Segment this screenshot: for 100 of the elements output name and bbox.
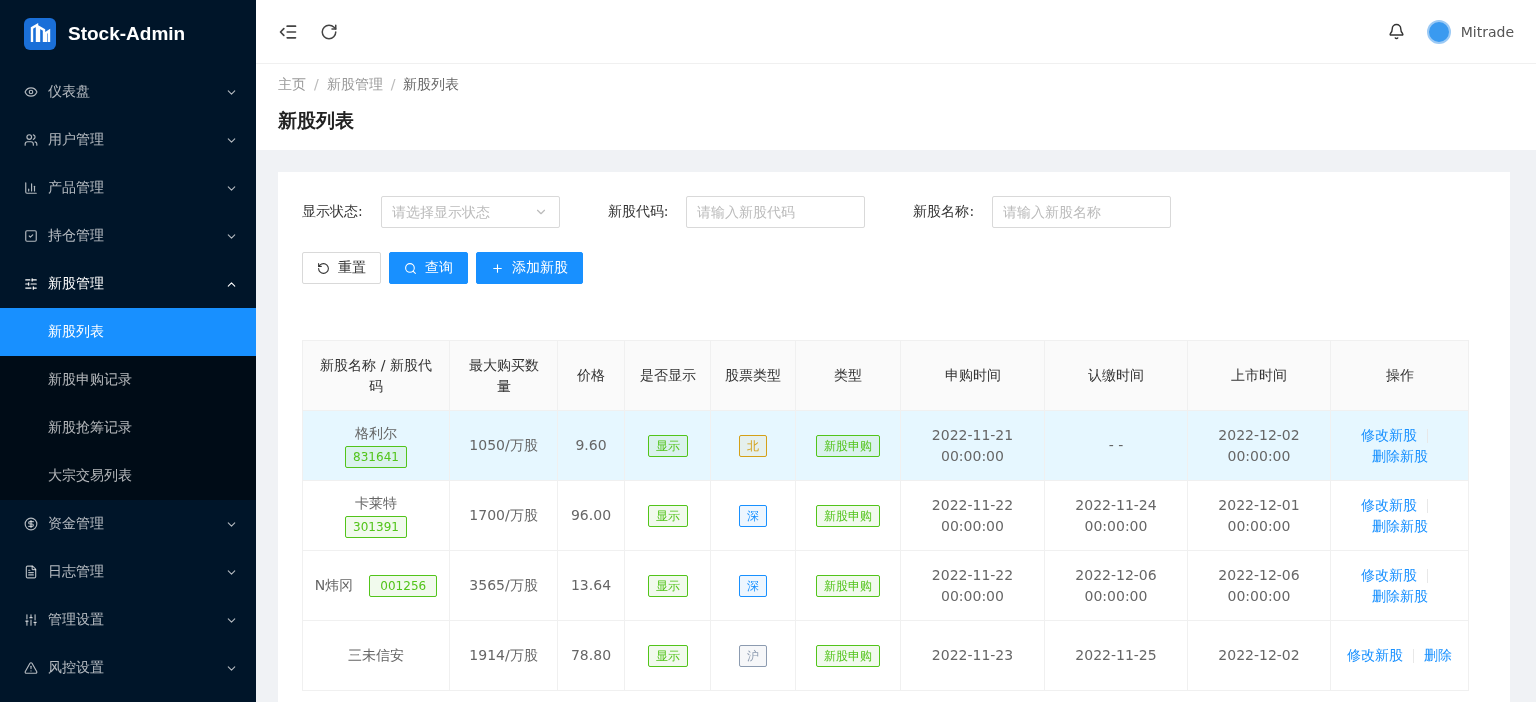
filter-label: 新股名称:	[913, 203, 975, 221]
reset-icon	[317, 261, 330, 275]
delete-link[interactable]: 删除	[1424, 645, 1452, 666]
table-cell: 2022-12-02	[1187, 620, 1331, 691]
menu-icon	[24, 181, 38, 195]
breadcrumb-separator: /	[314, 76, 319, 94]
table-cell: 2022-12-06 00:00:00	[1044, 550, 1188, 621]
table-cell: 2022-11-21 00:00:00	[900, 410, 1045, 481]
search-button[interactable]: 查询	[389, 252, 468, 284]
avatar[interactable]	[1426, 19, 1451, 44]
code-tag: 301391	[345, 516, 407, 538]
menu-icon	[24, 85, 38, 99]
column-header: 股票类型	[710, 340, 796, 411]
market-tag: 深	[739, 504, 767, 527]
table-cell: 2022-11-25	[1044, 620, 1188, 691]
menu-item[interactable]: 资金管理	[0, 500, 256, 548]
table-cell: 2022-11-24 00:00:00	[1044, 480, 1188, 551]
plus-icon	[491, 261, 504, 275]
stock-name: 格利尔	[355, 424, 397, 443]
filter-label: 显示状态:	[302, 203, 363, 221]
type-tag: 新股申购	[816, 434, 880, 457]
submenu-item[interactable]: 大宗交易列表	[0, 452, 256, 500]
edit-link[interactable]: 修改新股	[1361, 494, 1417, 516]
delete-link[interactable]: 删除新股	[1371, 515, 1428, 537]
menu-item[interactable]: 日志管理	[0, 548, 256, 596]
display-tag: 显示	[647, 574, 688, 597]
column-header: 操作	[1330, 340, 1469, 411]
column-header: 申购时间	[900, 340, 1045, 411]
column-header: 认缴时间	[1044, 340, 1188, 411]
logo-icon	[24, 18, 56, 50]
menu-item[interactable]: 新股管理	[0, 260, 256, 308]
menu-icon	[24, 229, 38, 243]
table-cell: 1700/万股	[449, 480, 558, 551]
table-cell: 2022-11-22 00:00:00	[900, 550, 1045, 621]
menu-item[interactable]: 管理设置	[0, 596, 256, 644]
column-header: 新股名称 / 新股代码	[302, 340, 450, 411]
column-header: 类型	[795, 340, 901, 411]
select-field[interactable]: 请选择显示状态	[380, 196, 560, 228]
input-field[interactable]: 请输入新股名称	[992, 196, 1172, 228]
input-field[interactable]: 请输入新股代码	[686, 196, 866, 228]
table-row[interactable]: 卡莱特 301391 1700/万股 96.00 显示 深 新股申购 2022-11-22 00:00:00 2022-11-24 00:00:00 2022-12-01 00:00:00 修改新股 删除新股	[302, 480, 1469, 551]
edit-link[interactable]: 修改新股	[1361, 564, 1417, 586]
delete-link[interactable]: 删除新股	[1371, 585, 1428, 607]
brand-name: Stock-Admin	[68, 23, 186, 45]
reset-button[interactable]: 重置	[302, 252, 381, 284]
breadcrumb-separator: /	[390, 76, 396, 94]
menu-icon	[24, 517, 38, 531]
market-tag: 深	[739, 574, 767, 597]
page-title: 新股列表	[278, 108, 355, 133]
column-header: 价格	[557, 340, 625, 411]
table-cell: 78.80	[557, 620, 625, 691]
search-icon	[404, 261, 417, 275]
table-cell: 3565/万股	[449, 550, 558, 621]
menu-item[interactable]: 产品管理	[0, 164, 256, 212]
menu-item[interactable]: 持仓管理	[0, 212, 256, 260]
submenu-item[interactable]: 新股抢筹记录	[0, 404, 256, 452]
column-header: 是否显示	[624, 340, 711, 411]
submenu-item[interactable]: 新股申购记录	[0, 356, 256, 404]
code-tag: 831641	[345, 446, 407, 468]
column-header: 最大购买数量	[449, 340, 558, 411]
table-cell: 9.60	[557, 410, 625, 481]
code-tag: 001256	[369, 574, 438, 597]
breadcrumb-item: 新股列表	[403, 76, 460, 94]
type-tag: 新股申购	[816, 504, 880, 527]
table-cell: 1914/万股	[449, 620, 558, 691]
display-tag: 显示	[647, 644, 688, 667]
type-tag: 新股申购	[816, 574, 880, 597]
type-tag: 新股申购	[816, 644, 880, 667]
table-cell: - -	[1044, 410, 1188, 481]
menu-icon	[24, 565, 38, 579]
stock-name: N炜冈	[314, 576, 354, 595]
display-tag: 显示	[647, 504, 688, 527]
refresh-icon[interactable]	[320, 22, 338, 41]
add-button[interactable]: 添加新股	[476, 252, 583, 284]
market-tag: 沪	[739, 644, 767, 667]
market-tag: 北	[739, 434, 767, 457]
notification-icon[interactable]	[1387, 23, 1405, 40]
menu-item[interactable]: 风控设置	[0, 644, 256, 692]
edit-link[interactable]: 修改新股	[1347, 645, 1403, 666]
table-cell: 2022-12-02 00:00:00	[1187, 410, 1331, 481]
stock-name: 三未信安	[348, 646, 404, 665]
table-row[interactable]: 三未信安 1914/万股 78.80 显示 沪 新股申购 2022-11-23 2022-11-25 2022-12-02 修改新股 删除	[302, 620, 1469, 691]
menu-item[interactable]: 仪表盘	[0, 68, 256, 116]
table-cell: 2022-12-06 00:00:00	[1187, 550, 1331, 621]
menu-icon	[24, 277, 38, 291]
table-cell: 96.00	[557, 480, 625, 551]
table-cell: 2022-11-23	[900, 620, 1045, 691]
table-cell: 1050/万股	[449, 410, 558, 481]
submenu-item[interactable]: 新股列表	[0, 308, 256, 356]
menu-icon	[24, 661, 38, 675]
menu-icon	[24, 613, 38, 627]
user-name[interactable]: Mitrade	[1460, 23, 1514, 40]
display-tag: 显示	[647, 434, 688, 457]
table-cell: 2022-11-22 00:00:00	[900, 480, 1045, 551]
table-cell: 13.64	[557, 550, 625, 621]
table-row[interactable]: N炜冈 001256 3565/万股 13.64 显示 深 新股申购 2022-11-22 00:00:00 2022-12-06 00:00:00 2022-12-06 00:00:00 修改新股 删除新股	[302, 550, 1469, 621]
filter-label: 新股代码:	[607, 203, 669, 221]
menu-icon	[24, 133, 38, 147]
column-header: 上市时间	[1187, 340, 1331, 411]
menu-item[interactable]: 用户管理	[0, 116, 256, 164]
